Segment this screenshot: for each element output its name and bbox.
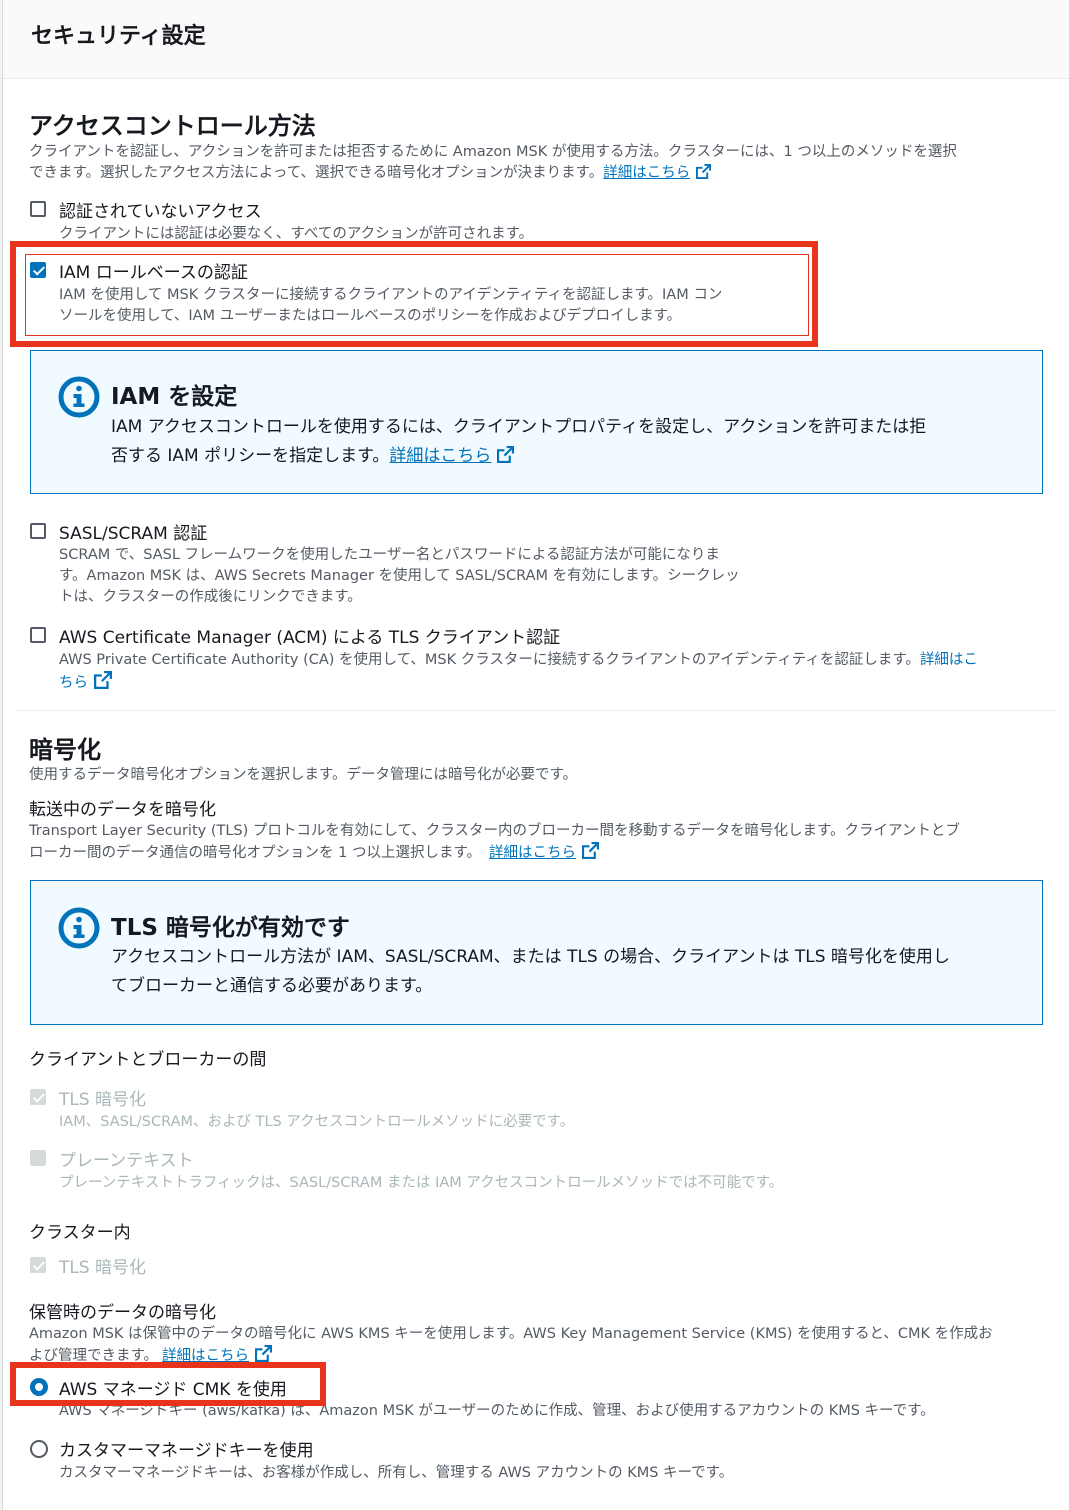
at-rest-description: Amazon MSK は保管中のデータの暗号化に AWS KMS キーを使用しま… bbox=[29, 1326, 993, 1364]
client-broker-tls-desc: IAM、SASL/SCRAM、および TLS アクセスコントロールメソッドに必要… bbox=[59, 1114, 575, 1130]
plaintext-desc: プレーンテキストトラフィックは、SASL/SCRAM または IAM アクセスコ… bbox=[59, 1175, 784, 1191]
external-link-icon bbox=[696, 164, 712, 179]
encryption-heading: 暗号化 bbox=[29, 736, 101, 764]
acm-learn-more-link[interactable]: 詳細はこ bbox=[920, 652, 978, 668]
acm-tls-label: AWS Certificate Manager (ACM) による TLS クラ… bbox=[59, 628, 561, 648]
customer-managed-key-desc: カスタマーマネージドキーは、お客様が作成し、所有し、管理する AWS アカウント… bbox=[59, 1465, 734, 1481]
external-link-icon bbox=[582, 842, 599, 859]
transit-learn-more-link[interactable]: 詳細はこちら bbox=[489, 842, 599, 861]
plaintext-label: プレーンテキスト bbox=[59, 1151, 194, 1171]
panel-title: セキュリティ設定 bbox=[31, 24, 206, 49]
section-divider bbox=[17, 710, 1057, 711]
encryption-description: 使用するデータ暗号化オプションを選択します。データ管理には暗号化が必要です。 bbox=[29, 767, 578, 783]
tls-info-alert: TLS 暗号化が有効です アクセスコントロール方法が IAM、SASL/SCRA… bbox=[30, 880, 1043, 1025]
tls-info-body: アクセスコントロール方法が IAM、SASL/SCRAM、または TLS の場合… bbox=[111, 947, 950, 996]
in-transit-title: 転送中のデータを暗号化 bbox=[29, 800, 216, 820]
iam-info-title: IAM を設定 bbox=[111, 384, 238, 410]
in-transit-description: Transport Layer Security (TLS) プロトコルを有効に… bbox=[29, 823, 960, 861]
sasl-scram-desc: SCRAM で、SASL フレームワークを使用したユーザー名とパスワードによる認… bbox=[59, 547, 740, 605]
access-control-heading: アクセスコントロール方法 bbox=[29, 112, 316, 140]
info-icon bbox=[58, 907, 100, 949]
in-cluster-tls-checkbox[interactable] bbox=[30, 1257, 46, 1273]
acm-tls-desc: AWS Private Certificate Authority (CA) を… bbox=[59, 652, 978, 691]
highlight-box-iam bbox=[10, 241, 818, 347]
iam-info-alert: IAM を設定 IAM アクセスコントロールを使用するには、クライアントプロパテ… bbox=[30, 350, 1043, 494]
acm-tls-checkbox[interactable] bbox=[30, 627, 46, 643]
plaintext-checkbox[interactable] bbox=[30, 1150, 46, 1166]
info-icon bbox=[58, 376, 100, 418]
acm-learn-more-link-cont[interactable]: ちら bbox=[59, 675, 88, 691]
customer-managed-key-label: カスタマーマネージドキーを使用 bbox=[59, 1441, 314, 1461]
iam-learn-more-link[interactable]: 詳細はこちら bbox=[389, 446, 515, 466]
tls-info-title: TLS 暗号化が有効です bbox=[111, 915, 350, 941]
highlight-box-cmk bbox=[10, 1362, 326, 1406]
external-link-icon bbox=[94, 671, 112, 689]
unauthenticated-access-label: 認証されていないアクセス bbox=[59, 202, 262, 222]
in-cluster-tls-label: TLS 暗号化 bbox=[59, 1258, 147, 1278]
client-broker-tls-checkbox[interactable] bbox=[30, 1089, 46, 1105]
access-control-description: クライアントを認証し、アクションを許可または拒否するために Amazon MSK… bbox=[29, 144, 957, 181]
unauthenticated-access-checkbox[interactable] bbox=[30, 201, 46, 217]
iam-info-body: IAM アクセスコントロールを使用するには、クライアントプロパティを設定し、アク… bbox=[111, 417, 927, 466]
client-broker-title: クライアントとブローカーの間 bbox=[29, 1050, 267, 1070]
learn-more-link[interactable]: 詳細はこちら bbox=[603, 164, 712, 181]
in-cluster-title: クラスター内 bbox=[29, 1223, 131, 1243]
security-settings-panel: セキュリティ設定 アクセスコントロール方法 クライアントを認証し、アクションを許… bbox=[2, 0, 1070, 1510]
at-rest-title: 保管時のデータの暗号化 bbox=[29, 1303, 216, 1323]
sasl-scram-label: SASL/SCRAM 認証 bbox=[59, 524, 208, 544]
external-link-icon bbox=[255, 1345, 273, 1362]
customer-managed-key-radio[interactable] bbox=[30, 1440, 48, 1458]
sasl-scram-checkbox[interactable] bbox=[30, 523, 46, 539]
client-broker-tls-label: TLS 暗号化 bbox=[59, 1090, 147, 1110]
panel-header: セキュリティ設定 bbox=[3, 0, 1069, 79]
external-link-icon bbox=[497, 446, 515, 463]
